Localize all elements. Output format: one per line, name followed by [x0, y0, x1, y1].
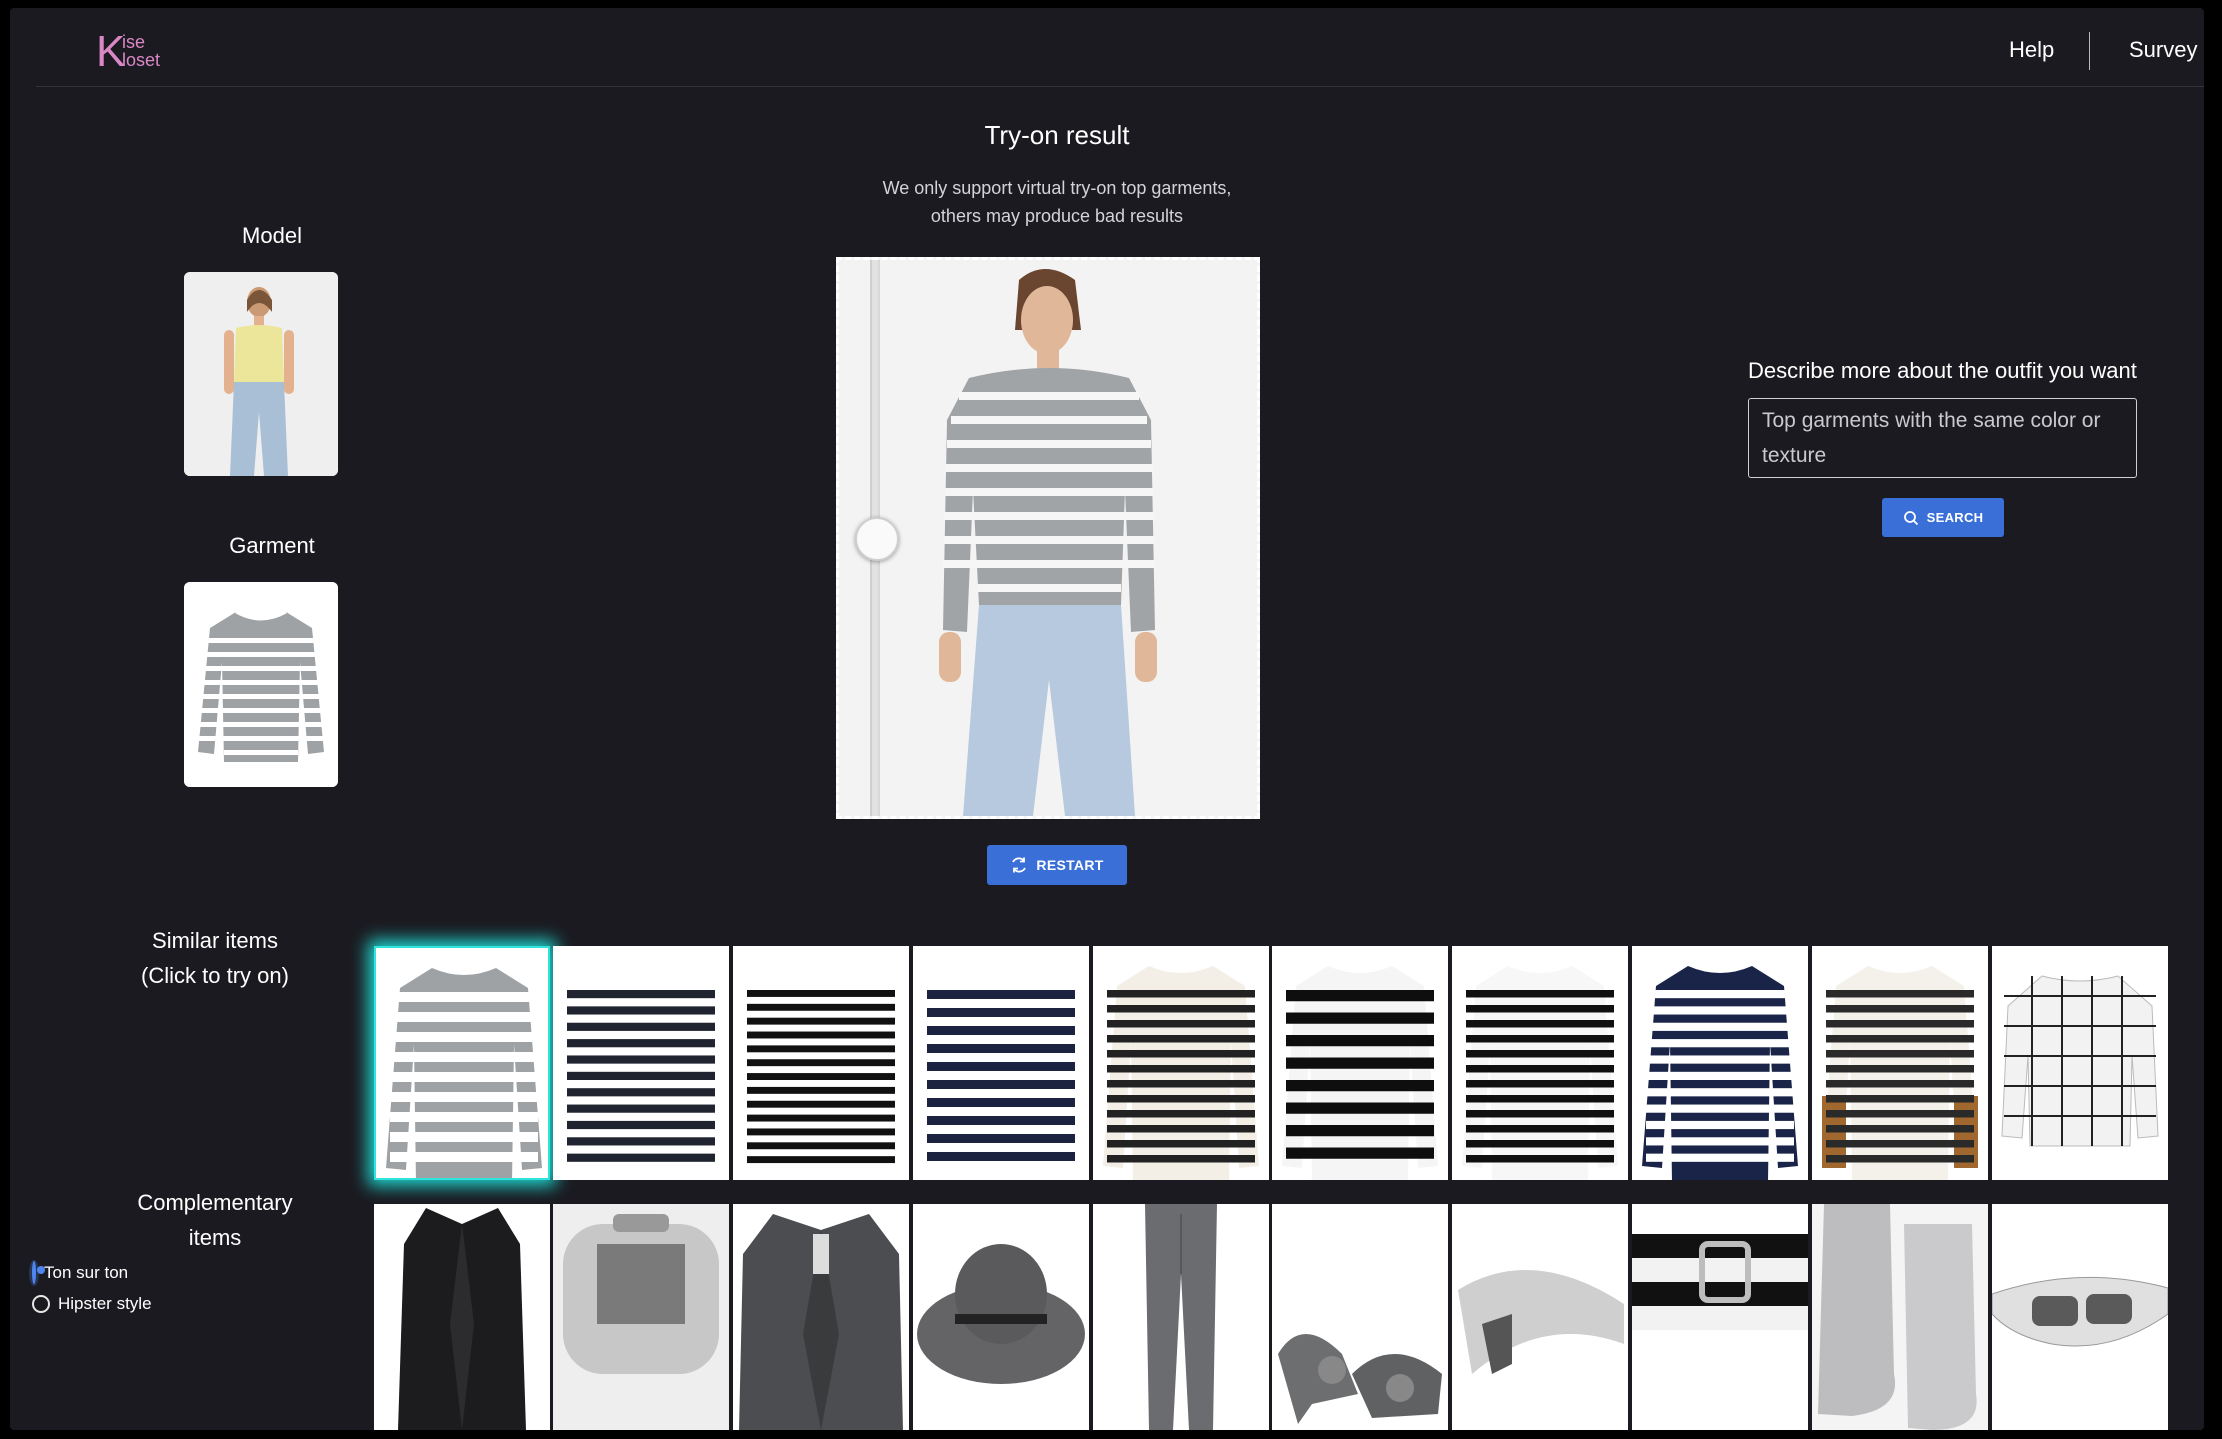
- complementary-item-tile[interactable]: [1992, 1204, 2168, 1430]
- complementary-item-tile-image: [1992, 1204, 2168, 1430]
- complementary-item-tile[interactable]: [1632, 1204, 1808, 1430]
- garment-thumbnail[interactable]: [184, 582, 338, 787]
- similar-item-tile-image: [1093, 946, 1269, 1180]
- nav-divider: [2089, 32, 2090, 70]
- complementary-item-tile[interactable]: [733, 1204, 909, 1430]
- tryon-note-line2: others may produce bad results: [930, 206, 1184, 226]
- tryon-title: Try-on result: [984, 120, 1130, 150]
- radio-selected[interactable]: [29, 1260, 39, 1286]
- complementary-item-tile[interactable]: [1272, 1204, 1448, 1430]
- complementary-item-tile-image: [913, 1204, 1089, 1430]
- restart-label: RESTART: [1036, 857, 1104, 873]
- complementary-title-line2: items: [188, 1225, 242, 1250]
- complementary-items-title: Complementary items: [105, 1185, 325, 1255]
- complementary-item-tile[interactable]: [553, 1204, 729, 1430]
- similar-items-title: Similar items (Click to try on): [105, 923, 325, 993]
- complementary-item-tile[interactable]: [913, 1204, 1089, 1430]
- similar-item-tile-image: [1452, 946, 1628, 1180]
- model-image: [184, 272, 338, 476]
- style-option-label: Hipster style: [58, 1294, 152, 1313]
- tryon-result-image: [839, 260, 1257, 816]
- radio-button[interactable]: [32, 1295, 50, 1313]
- style-option-label: Ton sur ton: [44, 1263, 129, 1282]
- similar-item-tile[interactable]: [1632, 946, 1808, 1180]
- model-thumbnail[interactable]: [184, 272, 338, 476]
- refresh-icon: [1012, 857, 1027, 873]
- top-bar: K ise loset Help Survey: [36, 8, 2204, 87]
- complementary-item-tile[interactable]: [1812, 1204, 1988, 1430]
- complementary-item-tile-image: [374, 1204, 550, 1430]
- similar-item-tile-image: [376, 948, 548, 1178]
- search-label: SEARCH: [1926, 510, 1984, 525]
- model-title: Model: [242, 223, 302, 248]
- complementary-item-tile-image: [1452, 1204, 1628, 1430]
- garment-title: Garment: [229, 533, 315, 558]
- similar-item-tile-image: [1992, 946, 2168, 1180]
- similar-item-tile[interactable]: [1093, 946, 1269, 1180]
- complementary-item-tile-image: [733, 1204, 909, 1430]
- describe-input[interactable]: [1748, 398, 2137, 478]
- complementary-item-tile[interactable]: [1093, 1204, 1269, 1430]
- similar-item-tile-image: [553, 946, 729, 1180]
- style-option-ton-sur-ton[interactable]: Ton sur ton: [29, 1260, 129, 1286]
- nav-survey-link[interactable]: Survey: [2129, 37, 2197, 63]
- tryon-note: We only support virtual try-on top garme…: [807, 174, 1307, 230]
- similar-item-tile-image: [1272, 946, 1448, 1180]
- similar-item-tile[interactable]: [1992, 946, 2168, 1180]
- similar-title-line2: (Click to try on): [141, 963, 289, 988]
- similar-item-tile[interactable]: [1452, 946, 1628, 1180]
- compare-slider-handle[interactable]: [855, 517, 899, 561]
- similar-item-tile[interactable]: [733, 946, 909, 1180]
- logo[interactable]: K ise loset: [96, 30, 176, 76]
- similar-item-tile[interactable]: [553, 946, 729, 1180]
- logo-top-text: ise: [122, 32, 146, 52]
- complementary-item-tile-image: [553, 1204, 729, 1430]
- style-option-hipster[interactable]: Hipster style: [32, 1294, 152, 1314]
- similar-item-tile[interactable]: [913, 946, 1089, 1180]
- similar-item-tile-image: [1812, 946, 1988, 1180]
- similar-item-tile-image: [913, 946, 1089, 1180]
- complementary-item-tile[interactable]: [374, 1204, 550, 1430]
- garment-image: [184, 582, 338, 787]
- logo-bottom-text: loset: [122, 50, 161, 70]
- describe-label: Describe more about the outfit you want: [1748, 358, 2137, 383]
- nav-help-link[interactable]: Help: [2009, 37, 2054, 63]
- radio-button[interactable]: [32, 1261, 36, 1284]
- search-icon: [1903, 510, 1918, 525]
- similar-title-line1: Similar items: [152, 928, 278, 953]
- complementary-item-tile[interactable]: [1452, 1204, 1628, 1430]
- similar-item-tile[interactable]: [1272, 946, 1448, 1180]
- complementary-item-tile-image: [1272, 1204, 1448, 1430]
- complementary-title-line1: Complementary: [137, 1190, 293, 1215]
- tryon-result-viewer[interactable]: [836, 257, 1260, 819]
- complementary-item-tile-image: [1093, 1204, 1269, 1430]
- app-frame: K ise loset Help Survey Model Garment Tr…: [10, 8, 2204, 1430]
- complementary-item-tile-image: [1812, 1204, 1988, 1430]
- tryon-note-line1: We only support virtual try-on top garme…: [882, 178, 1232, 198]
- similar-item-tile-image: [733, 946, 909, 1180]
- restart-button[interactable]: RESTART: [987, 845, 1127, 885]
- similar-item-tile[interactable]: [1812, 946, 1988, 1180]
- search-button[interactable]: SEARCH: [1882, 498, 2004, 537]
- complementary-item-tile-image: [1632, 1204, 1808, 1430]
- similar-item-tile[interactable]: [374, 946, 550, 1180]
- logo-letter: K: [96, 27, 126, 76]
- similar-item-tile-image: [1632, 946, 1808, 1180]
